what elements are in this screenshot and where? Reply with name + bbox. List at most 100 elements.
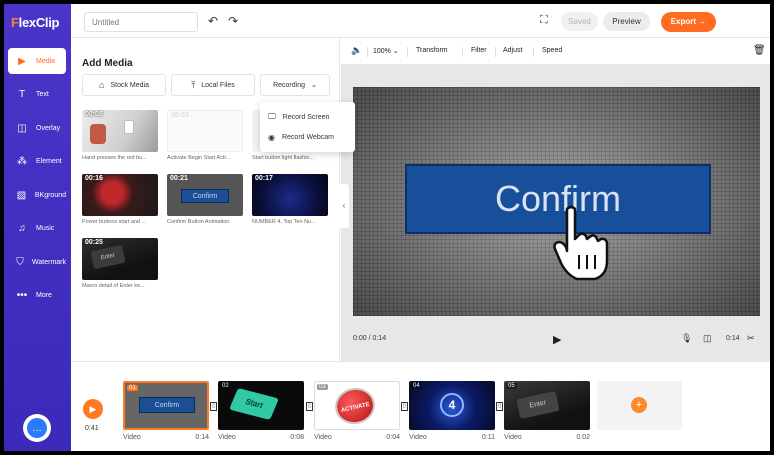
chevron-down-icon: ⌄: [311, 82, 317, 89]
sidebar-item-media[interactable]: ▶ Media: [8, 48, 66, 74]
media-label: Activate Begin Start Acti...: [167, 155, 231, 161]
clip-duration: 0:14: [726, 335, 740, 342]
sidebar-item-text[interactable]: T Text: [8, 81, 66, 107]
element-icon: ⁂: [17, 155, 27, 167]
media-thumb[interactable]: Enter 00:25: [82, 238, 158, 280]
number-four-graphic: 4: [440, 393, 464, 417]
overlay-icon: ◫: [17, 122, 27, 134]
volume-icon[interactable]: 🔈: [351, 45, 362, 56]
local-files-button[interactable]: ⤒ Local Files: [171, 74, 255, 96]
record-screen-item[interactable]: 🖵 Record Screen: [268, 108, 329, 126]
adjust-button[interactable]: Adjust: [503, 47, 522, 54]
monitor-icon: 🖵: [268, 112, 276, 121]
undo-icon[interactable]: ↶: [208, 14, 218, 28]
zoom-select[interactable]: 100% ⌄: [373, 47, 399, 55]
store-icon: ⌂: [99, 80, 105, 90]
transition-icon[interactable]: ▯: [401, 402, 408, 411]
help-button[interactable]: …: [23, 414, 51, 442]
media-thumb[interactable]: Confirm 00:21: [167, 174, 243, 216]
sidebar-item-element[interactable]: ⁂ Element: [8, 148, 66, 174]
timeline-clip[interactable]: Confirm 01: [123, 381, 209, 430]
background-icon: ▧: [16, 189, 27, 201]
more-icon: •••: [16, 289, 28, 301]
export-button[interactable]: Export →: [661, 12, 716, 32]
clip-type: Video: [218, 434, 236, 441]
fullscreen-icon[interactable]: ⛶: [540, 14, 548, 27]
divider: [407, 47, 408, 57]
divider: [495, 47, 496, 57]
clip-duration: 0:04: [386, 434, 400, 441]
timeline-clip[interactable]: 4 04: [409, 381, 495, 430]
recording-dropdown: 🖵 Record Screen ◉ Record Webcam: [260, 102, 355, 152]
media-label: Confirm Button Animation: [167, 219, 230, 225]
video-canvas[interactable]: Confirm: [353, 87, 760, 316]
stock-media-button[interactable]: ⌂ Stock Media: [82, 74, 166, 96]
confirm-thumb-button: Confirm: [181, 189, 229, 203]
record-webcam-item[interactable]: ◉ Record Webcam: [268, 128, 334, 146]
sidebar-item-watermark[interactable]: ⛉ Watermark: [8, 249, 66, 275]
clip-duration: 0:14: [195, 434, 209, 441]
preview-button[interactable]: Preview: [603, 12, 650, 31]
timeline: ▶ 0:41 Confirm 01 Video 0:14 ▯ Start 02 …: [71, 361, 770, 451]
sidebar-item-overlay[interactable]: ◫ Overlay: [8, 115, 66, 141]
transition-icon[interactable]: ▯: [306, 402, 313, 411]
media-label: Hand presses the red bu...: [82, 155, 147, 161]
flexclip-editor: FlexClip ▶ Media T Text ◫ Overlay ⁂ Element …: [4, 4, 770, 451]
split-icon[interactable]: ◫: [703, 333, 712, 344]
transform-button[interactable]: Transform: [416, 47, 448, 54]
transition-icon[interactable]: ▯: [210, 402, 217, 411]
divider: [367, 47, 368, 57]
topbar: ↶ ↷ ⛶ Saved Preview Export → ⌄: [71, 4, 770, 38]
clip-duration: 0:08: [290, 434, 304, 441]
enter-key-image: Enter: [90, 244, 126, 270]
start-graphic: Start: [229, 388, 279, 420]
microphone-icon[interactable]: 🎙: [681, 333, 692, 344]
media-panel: Add Media ⌂ Stock Media ⤒ Local Files Reco…: [71, 38, 340, 361]
recording-button[interactable]: Recording ⌄: [260, 74, 330, 96]
media-icon: ▶: [18, 55, 26, 67]
clip-type: Video: [409, 434, 427, 441]
add-clip-button[interactable]: +: [597, 381, 682, 430]
filter-button[interactable]: Filter: [471, 47, 487, 54]
divider: [462, 47, 463, 57]
saved-button[interactable]: Saved: [561, 12, 598, 31]
arrow-right-icon: →: [698, 17, 707, 26]
project-title-input[interactable]: [84, 12, 198, 32]
media-thumb[interactable]: 00:03: [167, 110, 243, 152]
speed-button[interactable]: Speed: [542, 47, 562, 54]
timeline-play-button[interactable]: ▶: [83, 399, 103, 419]
timeline-clip[interactable]: Enter 05: [504, 381, 590, 430]
redo-icon[interactable]: ↷: [228, 14, 238, 28]
music-icon: ♫: [18, 222, 26, 234]
trash-icon[interactable]: 🗑: [753, 45, 766, 56]
text-icon: T: [18, 88, 26, 100]
sidebar-item-music[interactable]: ♫ Music: [8, 215, 66, 241]
collapse-panel-toggle[interactable]: ‹: [339, 184, 349, 228]
activate-graphic: ACTIVATE: [331, 384, 379, 428]
media-label: Start button light flashin...: [252, 155, 315, 161]
timeline-clip[interactable]: ACTIVATE 03: [314, 381, 400, 430]
media-thumb[interactable]: 00:16: [82, 174, 158, 216]
total-duration: 0:41: [85, 425, 99, 432]
switch-image: [124, 120, 134, 134]
edit-toolbar: 🔈 100% ⌄ Transform Filter Adjust Speed 🗑: [341, 38, 770, 65]
panel-title: Add Media: [82, 58, 133, 69]
upload-icon: ⤒: [191, 79, 196, 90]
sidebar-item-bkground[interactable]: ▧ BKground: [8, 182, 66, 208]
flexclip-logo[interactable]: FlexClip: [11, 15, 59, 30]
enter-key-graphic: Enter: [516, 391, 560, 419]
timeline-clip[interactable]: Start 02: [218, 381, 304, 430]
playback-time: 0:00 / 0:14: [353, 335, 387, 342]
sidebar-item-more[interactable]: ••• More: [8, 282, 66, 308]
plus-icon: +: [631, 397, 647, 413]
clip-type: Video: [123, 434, 141, 441]
transition-icon[interactable]: ▯: [496, 402, 503, 411]
media-thumb[interactable]: 00:08: [82, 110, 158, 152]
scissors-icon[interactable]: ✂: [747, 333, 755, 344]
media-thumb[interactable]: 00:17: [252, 174, 328, 216]
chat-icon: …: [27, 418, 47, 438]
clip-type: Video: [504, 434, 522, 441]
clip-duration: 0:02: [576, 434, 590, 441]
preview-stage: Confirm 0:00 / 0:14 ▶ 🎙 ◫ 0:14 ✂: [341, 65, 770, 361]
play-icon[interactable]: ▶: [553, 333, 561, 346]
